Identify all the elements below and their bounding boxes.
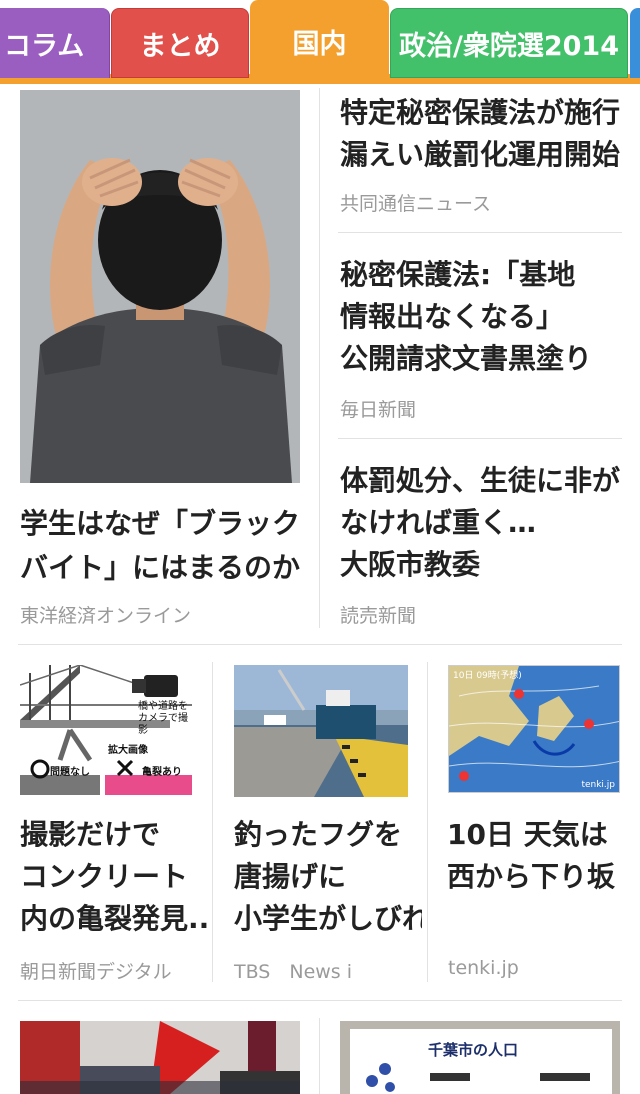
title-line: 唐揚げに bbox=[234, 860, 347, 893]
title-line: 特定秘密保護法が施行 bbox=[340, 96, 621, 129]
row-divider bbox=[338, 232, 622, 233]
title-line: コンクリート bbox=[20, 860, 189, 893]
feature-title[interactable]: 学生はなぜ「ブラック バイト」にはまるのか bbox=[20, 502, 310, 590]
article-source: TBS News i bbox=[234, 961, 353, 983]
tab-domestic[interactable]: 国内 bbox=[250, 0, 389, 84]
title-line: 体罰処分、生徒に非が bbox=[340, 464, 621, 497]
population-sign-photo: 千葉市の人口 bbox=[340, 1021, 620, 1094]
article-title: 10日 天気は 西から下り坂 bbox=[447, 814, 627, 898]
harbor-ship-icon bbox=[234, 665, 408, 797]
title-line: 情報出なくなる」 bbox=[340, 300, 565, 333]
article-source: 毎日新聞 bbox=[340, 399, 417, 421]
image-caption: 問題なし bbox=[50, 767, 90, 778]
protest-photo bbox=[20, 1021, 300, 1094]
article-source: 共同通信ニュース bbox=[340, 193, 492, 215]
sign-title: 千葉市の人口 bbox=[428, 1041, 519, 1059]
column-divider bbox=[427, 662, 428, 982]
feature-source: 東洋経済オンライン bbox=[20, 605, 192, 627]
title-line: 釣ったフグを bbox=[234, 818, 403, 851]
article-title: 体罰処分、生徒に非が なければ重く… 大阪市教委 bbox=[340, 460, 630, 586]
image-caption: 橋や道路を bbox=[138, 701, 188, 712]
article-source: 読売新聞 bbox=[340, 605, 417, 627]
row-divider bbox=[338, 438, 622, 439]
harbor-photo bbox=[234, 665, 408, 797]
weather-map: 10日 09時(予想) tenki.jp bbox=[448, 665, 620, 793]
tab-label: 国内 bbox=[292, 29, 347, 60]
title-line: 漏えい厳罰化運用開始 bbox=[340, 138, 621, 171]
section-divider bbox=[18, 644, 622, 645]
image-caption: カメラで撮影 bbox=[138, 713, 188, 736]
title-line: 小学生がしびれ... bbox=[234, 902, 422, 935]
column-divider bbox=[212, 662, 213, 982]
image-caption: 亀裂あり bbox=[142, 767, 182, 778]
tab-matome[interactable]: まとめ bbox=[111, 8, 249, 78]
stressed-man-photo-icon bbox=[20, 90, 300, 483]
column-divider bbox=[319, 88, 320, 628]
tab-column[interactable]: コラム bbox=[0, 8, 110, 78]
title-line: なければ重く… bbox=[340, 506, 537, 539]
protest-photo-icon bbox=[20, 1021, 300, 1094]
article-source: tenki.jp bbox=[448, 957, 519, 979]
article-title: 特定秘密保護法が施行 漏えい厳罰化運用開始 bbox=[340, 92, 630, 176]
feature-image bbox=[20, 90, 300, 483]
tab-politics[interactable]: 政治/衆院選2014 bbox=[390, 8, 628, 78]
article-title: 撮影だけで コンクリート 内の亀裂発見... bbox=[20, 814, 210, 940]
title-line: 公開請求文書黒塗り bbox=[340, 342, 593, 375]
title-line: 大阪市教委 bbox=[340, 548, 481, 581]
weather-map-icon bbox=[449, 666, 619, 792]
tab-label: まとめ bbox=[139, 30, 221, 62]
map-brand: tenki.jp bbox=[581, 780, 615, 790]
article-source: 朝日新聞デジタル bbox=[20, 961, 172, 983]
title-line: 撮影だけで bbox=[20, 818, 161, 851]
title-line: 西から下り坂 bbox=[447, 860, 616, 893]
title-line: 10日 天気は bbox=[447, 818, 608, 851]
section-divider bbox=[18, 1000, 622, 1001]
map-header: 10日 09時(予想) bbox=[453, 671, 522, 681]
tab-label: 政治/衆院選2014 bbox=[398, 30, 619, 62]
category-tab-bar: コラム まとめ 国内 政治/衆院選2014 bbox=[0, 0, 640, 84]
title-line: バイト」にはまるのか bbox=[20, 551, 301, 584]
image-caption: 拡大画像 bbox=[108, 745, 148, 756]
concrete-crack-illustration: 橋や道路を カメラで撮影 拡大画像 問題なし 亀裂あり bbox=[20, 665, 192, 797]
column-divider bbox=[319, 1018, 320, 1094]
tab-label: コラム bbox=[4, 30, 85, 62]
title-line: 学生はなぜ「ブラック bbox=[20, 507, 301, 540]
title-line: 秘密保護法:「基地 bbox=[340, 258, 576, 291]
tab-next-partial[interactable] bbox=[630, 8, 640, 78]
title-line: 内の亀裂発見... bbox=[20, 902, 210, 935]
article-title: 秘密保護法:「基地 情報出なくなる」 公開請求文書黒塗り bbox=[340, 254, 630, 380]
article-title: 釣ったフグを 唐揚げに 小学生がしびれ... bbox=[234, 814, 422, 940]
